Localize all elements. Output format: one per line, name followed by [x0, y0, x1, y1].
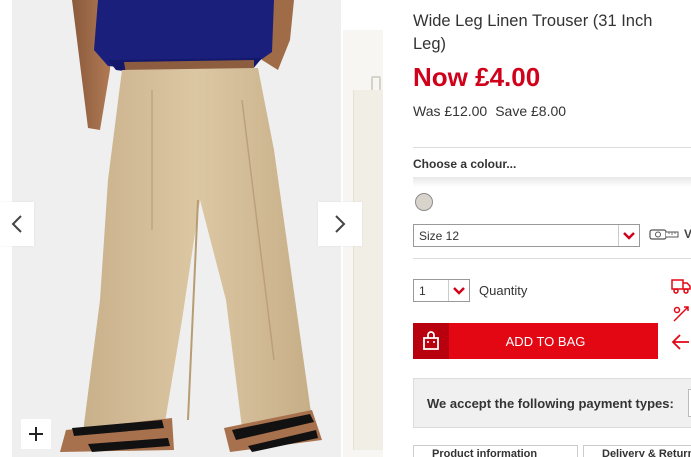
colour-swatch[interactable]: [415, 193, 433, 211]
quantity-select-value: 1: [419, 283, 426, 298]
quantity-label: Quantity: [479, 283, 528, 298]
gallery-next-button[interactable]: [318, 202, 362, 246]
product-main-image[interactable]: [12, 0, 341, 457]
gallery-prev-button[interactable]: [0, 202, 34, 246]
payment-types-label: We accept the following payment types:: [427, 395, 674, 411]
price-save: Save £8.00: [495, 103, 567, 119]
product-gallery: [0, 0, 395, 457]
chevron-left-icon: [11, 215, 22, 233]
add-to-bag-label: ADD TO BAG: [505, 333, 586, 349]
product-details-panel: Wide Leg Linen Trouser (31 Inch Leg) Now…: [395, 0, 691, 457]
size-guide-text: V: [684, 227, 691, 241]
tape-measure-icon: [649, 229, 679, 240]
divider: [413, 147, 691, 148]
zoom-button[interactable]: [21, 419, 51, 449]
price-now: Now £4.00: [413, 62, 541, 92]
size-guide-link[interactable]: V: [649, 227, 691, 241]
chevron-down-icon: [618, 225, 639, 246]
chevron-right-icon: [335, 215, 346, 233]
quantity-select[interactable]: 1: [413, 279, 470, 302]
product-title: Wide Leg Linen Trouser (31 Inch Leg): [413, 12, 653, 53]
size-select-value: Size 12: [419, 228, 460, 243]
alteration-needle-icon: [671, 304, 691, 332]
plus-icon: [29, 427, 43, 441]
returns-arrow-icon: [671, 332, 691, 360]
service-icons: [671, 276, 691, 360]
shopping-bag-icon: [413, 323, 449, 359]
tab-delivery-returns[interactable]: Delivery & Returns: [583, 445, 691, 457]
price-was-row: Was £12.00 Save £8.00: [413, 103, 566, 119]
colour-divider: [413, 177, 691, 187]
price-was: Was £12.00: [413, 103, 488, 119]
size-select[interactable]: Size 12: [413, 224, 640, 247]
divider: [413, 258, 691, 259]
delivery-truck-icon: [671, 276, 691, 304]
add-to-bag-button[interactable]: ADD TO BAG: [413, 323, 658, 359]
payment-types-box: We accept the following payment types:: [413, 378, 691, 428]
tab-product-information[interactable]: Product information: [413, 445, 578, 457]
model-illustration: [60, 0, 322, 452]
flat-trouser-shape: [353, 90, 383, 450]
colour-label: Choose a colour...: [413, 157, 517, 171]
chevron-down-icon: [448, 280, 469, 301]
